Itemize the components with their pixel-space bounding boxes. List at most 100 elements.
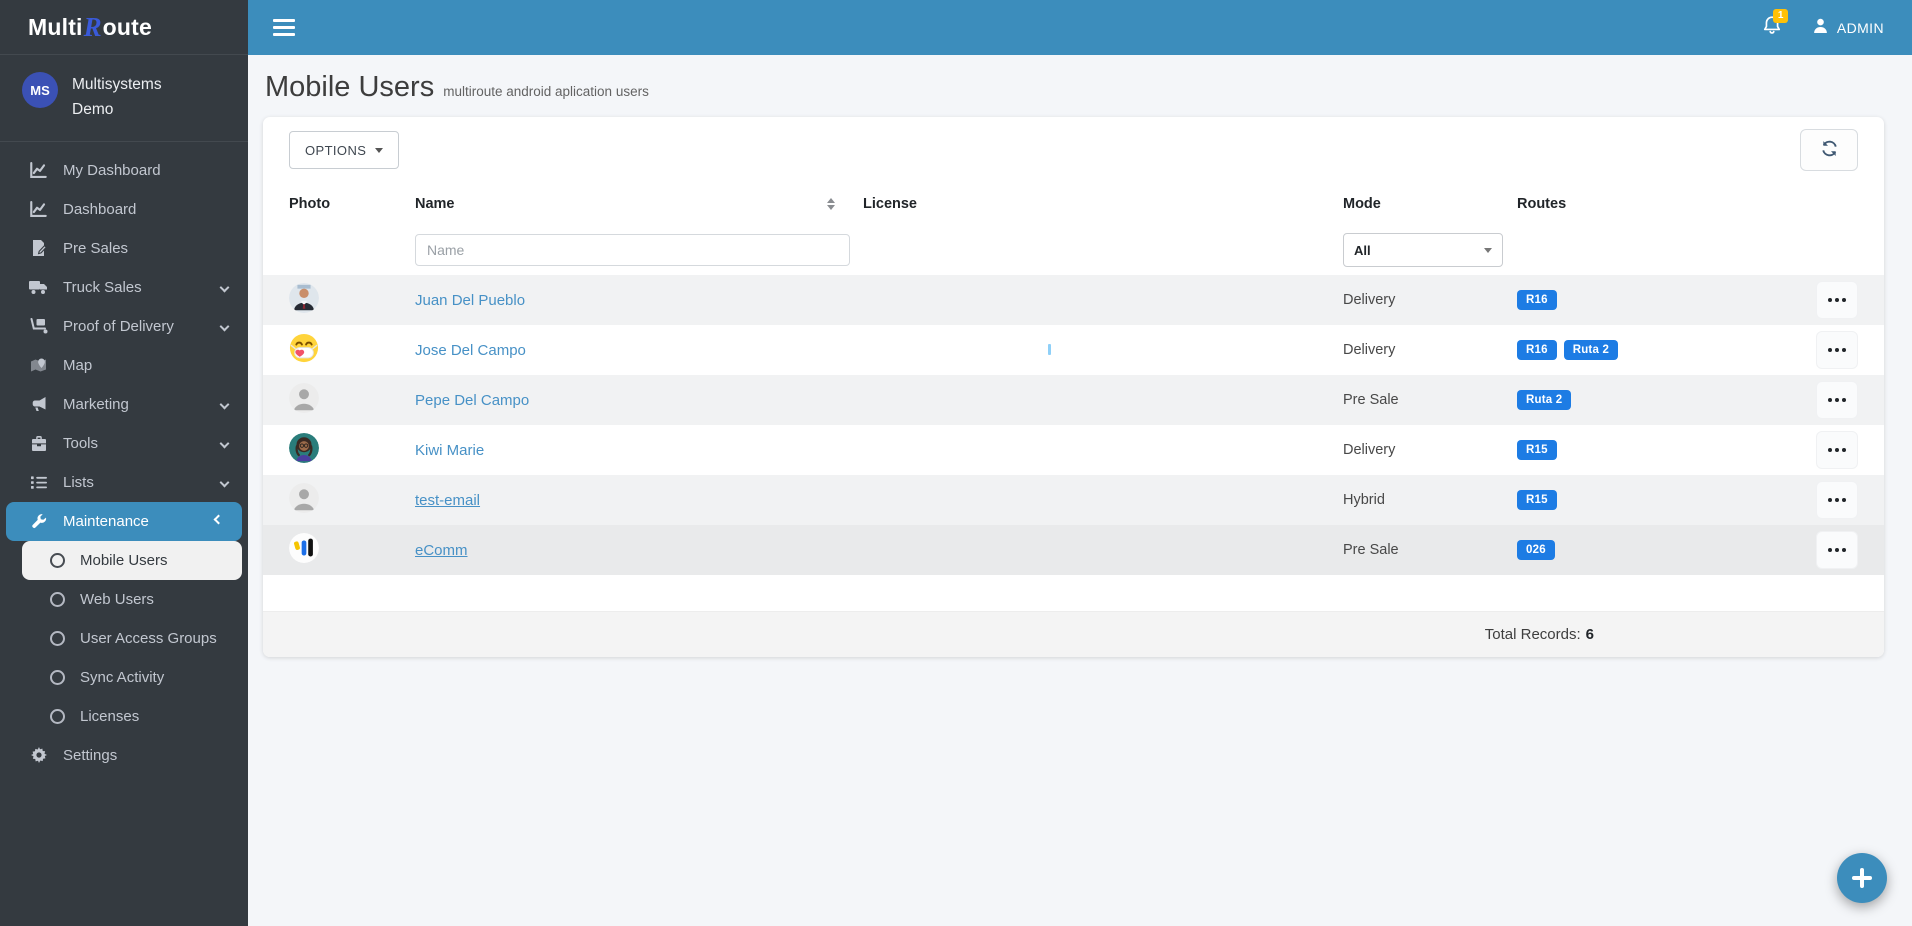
- sidebar-item-tools[interactable]: Tools: [0, 424, 248, 463]
- sidebar-subitem-user-access-groups[interactable]: User Access Groups: [0, 619, 248, 658]
- radio-circle-icon: [50, 592, 65, 607]
- mode-filter-select[interactable]: All: [1343, 233, 1503, 267]
- sidebar-item-marketing[interactable]: Marketing: [0, 385, 248, 424]
- row-actions-button[interactable]: [1816, 481, 1858, 519]
- user-icon: [1812, 17, 1829, 39]
- column-header-name: Name: [415, 196, 843, 212]
- topbar: 1 ADMIN: [248, 0, 1912, 55]
- table-row: Jose Del CampoDeliveryR16Ruta 2: [263, 325, 1884, 375]
- chart-line-icon: [29, 201, 48, 218]
- total-records-label: Total Records:: [1485, 626, 1581, 643]
- row-actions-button[interactable]: [1816, 381, 1858, 419]
- route-badge: Ruta 2: [1564, 340, 1618, 360]
- company-avatar: MS: [22, 72, 58, 108]
- chevron-left-icon: [220, 282, 230, 292]
- refresh-button[interactable]: [1800, 129, 1858, 171]
- radio-circle-icon: [50, 553, 65, 568]
- delivery-dolly-icon: [29, 318, 48, 334]
- sidebar-subitem-licenses[interactable]: Licenses: [0, 697, 248, 736]
- sidebar-subitem-mobile-users[interactable]: Mobile Users: [22, 541, 242, 580]
- user-name-link[interactable]: Juan Del Pueblo: [415, 292, 525, 309]
- admin-menu-button[interactable]: ADMIN: [1812, 17, 1884, 39]
- radio-circle-icon: [50, 670, 65, 685]
- sidebar-item-map[interactable]: Map: [0, 346, 248, 385]
- table-row: test-emailHybridR15: [263, 475, 1884, 525]
- chevron-left-icon: [220, 438, 230, 448]
- page-header: Mobile Usersmultiroute android aplicatio…: [248, 55, 1912, 117]
- row-actions-button[interactable]: [1816, 531, 1858, 569]
- pre-sales-icon: [29, 240, 48, 256]
- plus-icon: [1852, 868, 1872, 888]
- mode-value: Delivery: [1323, 442, 1497, 458]
- sidebar-toggle-icon[interactable]: [273, 19, 295, 36]
- table-row: eComm Pre Sale 026: [263, 525, 1884, 575]
- notification-count-badge: 1: [1773, 9, 1789, 23]
- sidebar-item-dashboard[interactable]: Dashboard: [0, 190, 248, 229]
- options-button[interactable]: OPTIONS: [289, 131, 399, 169]
- sidebar-item-lists[interactable]: Lists: [0, 463, 248, 502]
- chevron-left-icon: [220, 399, 230, 409]
- ellipsis-icon: [1828, 398, 1832, 402]
- ellipsis-icon: [1828, 548, 1832, 552]
- row-actions-button[interactable]: [1816, 281, 1858, 319]
- default-silhouette-avatar: [289, 383, 319, 413]
- ellipsis-icon: [1828, 498, 1832, 502]
- user-name-link[interactable]: Kiwi Marie: [415, 442, 484, 459]
- row-actions-button[interactable]: [1816, 331, 1858, 369]
- refresh-icon: [1821, 140, 1838, 160]
- route-badge: 026: [1517, 540, 1555, 560]
- route-badge: R16: [1517, 340, 1557, 360]
- megaphone-icon: [29, 397, 48, 412]
- main-area: 1 ADMIN Mobile Usersmultiroute android a…: [248, 0, 1912, 926]
- sidebar-item-pre-sales[interactable]: Pre Sales: [0, 229, 248, 268]
- table-filter-row: All: [263, 225, 1884, 275]
- route-badge: R15: [1517, 490, 1557, 510]
- sidebar-item-truck-sales[interactable]: Truck Sales: [0, 268, 248, 307]
- mode-value: Delivery: [1323, 292, 1497, 308]
- card-footer: Total Records: 6: [263, 611, 1884, 657]
- user-name-link[interactable]: Jose Del Campo: [415, 342, 526, 359]
- default-silhouette-avatar: [289, 483, 319, 513]
- table-header-row: Photo Name License Mode Routes: [263, 183, 1884, 225]
- table-row: Juan Del Pueblo Delivery R16: [263, 275, 1884, 325]
- sidebar: MultiRoute MS Multisystems Demo My Dashb…: [0, 0, 248, 926]
- male-photo-avatar: [289, 283, 319, 313]
- add-user-button[interactable]: [1837, 853, 1887, 903]
- gear-icon: [29, 747, 48, 763]
- notifications-button[interactable]: 1: [1762, 15, 1782, 40]
- user-name-link[interactable]: test-email: [415, 492, 480, 509]
- ellipsis-icon: [1828, 448, 1832, 452]
- name-filter-input[interactable]: [415, 234, 850, 266]
- brand-text-oute: oute: [103, 14, 152, 41]
- mode-value: Pre Sale: [1323, 542, 1497, 558]
- sidebar-item-proof-of-delivery[interactable]: Proof of Delivery: [0, 307, 248, 346]
- wrench-icon: [29, 513, 48, 529]
- user-name-link[interactable]: Pepe Del Campo: [415, 392, 529, 409]
- page-subtitle: multiroute android aplication users: [443, 84, 649, 99]
- brand-logo[interactable]: MultiRoute: [0, 0, 248, 55]
- sidebar-item-my-dashboard[interactable]: My Dashboard: [0, 151, 248, 190]
- total-records-value: 6: [1586, 626, 1594, 643]
- table-row: Pepe Del CampoPre SaleRuta 2: [263, 375, 1884, 425]
- row-actions-button[interactable]: [1816, 431, 1858, 469]
- sidebar-subitem-web-users[interactable]: Web Users: [0, 580, 248, 619]
- ellipsis-icon: [1828, 298, 1832, 302]
- route-badge: R15: [1517, 440, 1557, 460]
- sidebar-subitem-sync-activity[interactable]: Sync Activity: [0, 658, 248, 697]
- table-spacer: [263, 575, 1884, 611]
- sidebar-item-settings[interactable]: Settings: [0, 736, 248, 775]
- admin-label: ADMIN: [1837, 20, 1884, 36]
- column-header-photo: Photo: [289, 196, 415, 212]
- sidebar-item-maintenance[interactable]: Maintenance: [6, 502, 242, 541]
- topbar-right: 1 ADMIN: [1762, 15, 1884, 40]
- chevron-left-icon: [220, 321, 230, 331]
- column-header-license: License: [843, 196, 1323, 212]
- chevron-down-icon: [214, 515, 224, 525]
- user-name-link[interactable]: eComm: [415, 542, 468, 559]
- route-badge: R16: [1517, 290, 1557, 310]
- sort-icon[interactable]: [827, 198, 835, 210]
- app-root: MultiRoute MS Multisystems Demo My Dashb…: [0, 0, 1912, 926]
- mask-emoji-avatar: [289, 333, 319, 363]
- cartoon-portrait-avatar: [289, 433, 319, 463]
- company-name: Multisystems Demo: [72, 72, 162, 123]
